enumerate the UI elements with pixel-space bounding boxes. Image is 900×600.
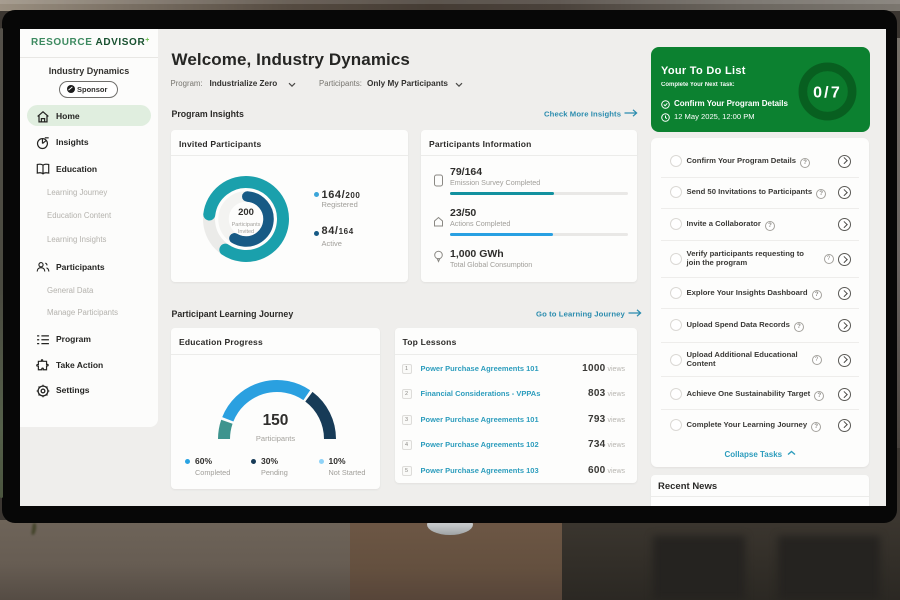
svg-text:200: 200 [238, 207, 254, 218]
svg-text:Invited: Invited [238, 229, 254, 235]
svg-text:0/7: 0/7 [813, 85, 842, 102]
svg-text:Participants: Participants [232, 222, 261, 228]
